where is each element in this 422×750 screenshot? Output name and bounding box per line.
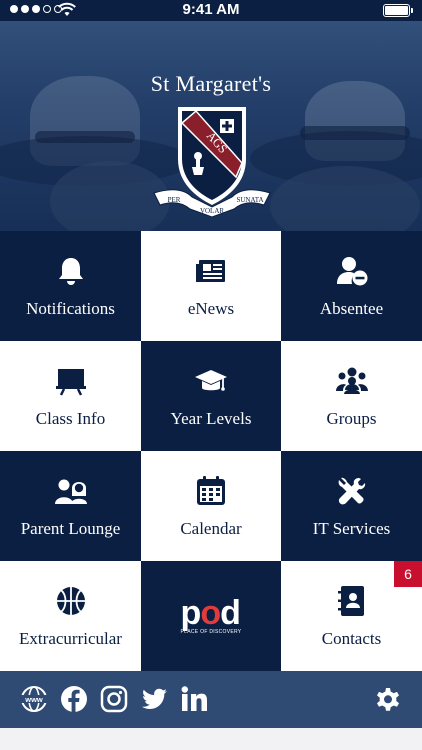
tile-parent-lounge[interactable]: Parent Lounge	[0, 451, 141, 561]
svg-text:www: www	[24, 695, 43, 704]
motto-word-1: PER	[168, 196, 181, 204]
instagram-icon[interactable]	[100, 685, 128, 713]
school-name: St Margaret's	[150, 71, 272, 96]
pod-logo-subtitle: PLACE OF DISCOVERY	[180, 628, 242, 635]
tile-label: Class Info	[35, 409, 106, 428]
menu-grid: Notifications eNews Absentee Class Info …	[0, 231, 422, 671]
tile-class-info[interactable]: Class Info	[0, 341, 141, 451]
tile-label: IT Services	[312, 519, 391, 538]
bell-icon	[53, 253, 89, 289]
tile-label: Absentee	[319, 299, 384, 318]
school-crest-logo: AGS PER VOLAR SUNATA	[153, 107, 271, 218]
motto-word-2: VOLAR	[200, 207, 224, 215]
tile-label: Year Levels	[170, 409, 252, 428]
user-minus-icon	[334, 253, 370, 289]
motto-word-3: SUNATA	[236, 196, 263, 204]
tile-year-levels[interactable]: Year Levels	[141, 341, 281, 451]
tile-enews[interactable]: eNews	[141, 231, 281, 341]
tile-label: Groups	[326, 409, 377, 428]
tile-absentee[interactable]: Absentee	[281, 231, 422, 341]
presentation-board-icon	[53, 363, 89, 399]
settings-gear-icon[interactable]	[374, 685, 402, 713]
tile-label: Notifications	[26, 299, 115, 318]
facebook-icon[interactable]	[60, 685, 88, 713]
tile-calendar[interactable]: Calendar	[141, 451, 281, 561]
parents-icon	[53, 473, 89, 509]
tile-pod[interactable]: pod PLACE OF DISCOVERY	[141, 561, 281, 671]
www-globe-icon[interactable]: www	[20, 685, 48, 713]
tile-contacts[interactable]: 6 Contacts	[281, 561, 422, 671]
address-book-icon	[334, 583, 370, 619]
hero-banner: St Margaret's AGS PER VOLAR SUNATA	[0, 21, 422, 231]
tile-it-services[interactable]: IT Services	[281, 451, 422, 561]
twitter-icon[interactable]	[140, 685, 168, 713]
tile-groups[interactable]: Groups	[281, 341, 422, 451]
tile-notifications[interactable]: Notifications	[0, 231, 141, 341]
tile-label: Contacts	[321, 629, 382, 648]
tile-label: Parent Lounge	[20, 519, 121, 538]
tile-label: Calendar	[180, 519, 242, 538]
users-group-icon	[334, 363, 370, 399]
bottom-social-bar: www	[0, 671, 422, 728]
pod-logo: pod PLACE OF DISCOVERY	[180, 593, 242, 635]
status-time: 9:41 AM	[182, 1, 240, 18]
newspaper-icon	[193, 253, 229, 289]
tools-icon	[334, 473, 370, 509]
tile-extracurricular[interactable]: Extracurricular	[0, 561, 141, 671]
graduation-cap-icon	[193, 363, 229, 399]
basketball-icon	[53, 583, 89, 619]
tile-label: eNews	[187, 299, 235, 318]
notification-badge: 6	[394, 561, 422, 587]
home-indicator-area	[0, 728, 422, 750]
calendar-icon	[193, 473, 229, 509]
status-bar: 9:41 AM	[0, 0, 422, 21]
tile-label: Extracurricular	[19, 629, 122, 648]
battery-icon	[383, 4, 413, 17]
linkedin-icon[interactable]	[180, 685, 208, 713]
pod-logo-text: pod	[180, 593, 241, 632]
